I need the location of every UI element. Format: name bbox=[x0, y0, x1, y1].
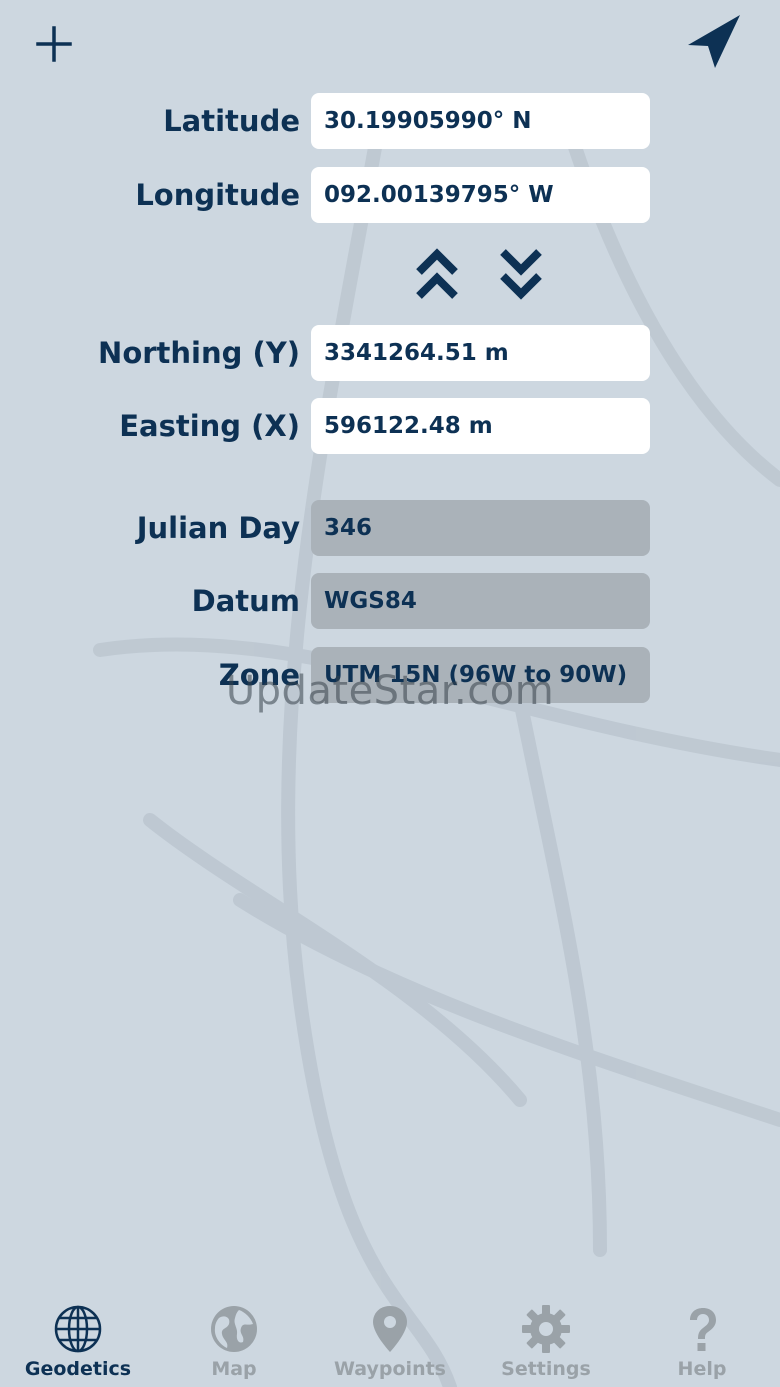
tab-label: Settings bbox=[501, 1358, 591, 1380]
chevron-double-down-icon[interactable] bbox=[499, 244, 543, 304]
longitude-field[interactable]: 092.00139795° W bbox=[311, 167, 650, 223]
easting-label: Easting (X) bbox=[119, 409, 300, 443]
datum-label: Datum bbox=[191, 584, 300, 618]
latitude-row: Latitude 30.19905990° N bbox=[0, 93, 780, 149]
northing-field[interactable]: 3341264.51 m bbox=[311, 325, 650, 381]
datum-field[interactable]: WGS84 bbox=[311, 573, 650, 629]
longitude-row: Longitude 092.00139795° W bbox=[0, 167, 780, 223]
latitude-field[interactable]: 30.19905990° N bbox=[311, 93, 650, 149]
tab-label: Help bbox=[677, 1358, 727, 1380]
gear-icon bbox=[522, 1305, 570, 1353]
location-arrow-icon[interactable] bbox=[684, 12, 744, 72]
tab-map[interactable]: Map bbox=[156, 1290, 312, 1387]
tab-label: Waypoints bbox=[334, 1358, 446, 1380]
tab-label: Geodetics bbox=[24, 1358, 132, 1380]
julian-day-row: Julian Day 346 bbox=[0, 500, 780, 556]
longitude-label: Longitude bbox=[135, 178, 300, 212]
earth-icon bbox=[211, 1306, 257, 1352]
easting-field[interactable]: 596122.48 m bbox=[311, 398, 650, 454]
northing-label: Northing (Y) bbox=[98, 336, 300, 370]
globe-icon bbox=[54, 1305, 102, 1353]
julian-day-label: Julian Day bbox=[136, 511, 300, 545]
watermark-text: UpdateStar.com bbox=[225, 668, 555, 714]
datum-row: Datum WGS84 bbox=[0, 573, 780, 629]
tab-settings[interactable]: Settings bbox=[468, 1290, 624, 1387]
tab-waypoints[interactable]: Waypoints bbox=[312, 1290, 468, 1387]
easting-row: Easting (X) 596122.48 m bbox=[0, 398, 780, 454]
julian-day-field: 346 bbox=[311, 500, 650, 556]
latitude-label: Latitude bbox=[163, 104, 300, 138]
tab-help[interactable]: Help bbox=[624, 1290, 780, 1387]
question-icon bbox=[690, 1308, 716, 1351]
tab-geodetics[interactable]: Geodetics bbox=[0, 1290, 156, 1387]
northing-row: Northing (Y) 3341264.51 m bbox=[0, 325, 780, 381]
map-pin-icon bbox=[373, 1306, 407, 1352]
tab-bar: Geodetics Map Waypoints Settings Help bbox=[0, 1290, 780, 1387]
chevron-double-up-icon[interactable] bbox=[415, 244, 459, 304]
add-button[interactable] bbox=[30, 20, 78, 68]
tab-label: Map bbox=[211, 1358, 257, 1380]
